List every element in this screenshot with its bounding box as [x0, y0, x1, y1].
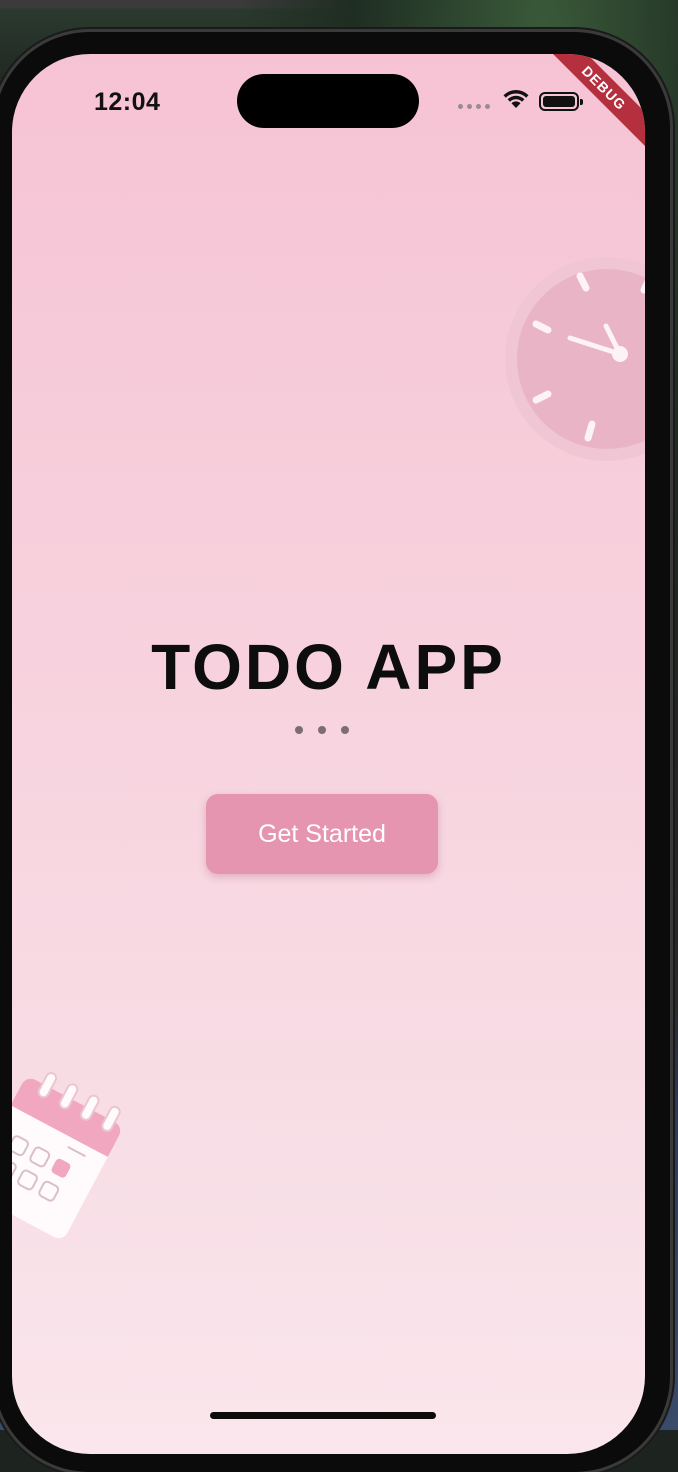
cellular-signal-icon [458, 104, 490, 109]
dynamic-island [237, 74, 419, 128]
phone-frame: 12:04 DEBUG TODO APP Get Started [0, 32, 670, 1472]
home-indicator[interactable] [210, 1412, 436, 1419]
wifi-icon [502, 88, 530, 115]
indicator-dot [341, 726, 349, 734]
battery-icon [539, 92, 583, 111]
app-screen: 12:04 DEBUG TODO APP Get Started [12, 54, 645, 1454]
indicator-dot [318, 726, 326, 734]
status-time: 12:04 [94, 88, 161, 116]
calendar-illustration [12, 1054, 122, 1259]
app-title: TODO APP [151, 631, 506, 703]
clock-illustration [502, 254, 645, 469]
indicator-dot [295, 726, 303, 734]
page-indicator-dots [295, 726, 349, 734]
get-started-button[interactable]: Get Started [206, 794, 438, 874]
